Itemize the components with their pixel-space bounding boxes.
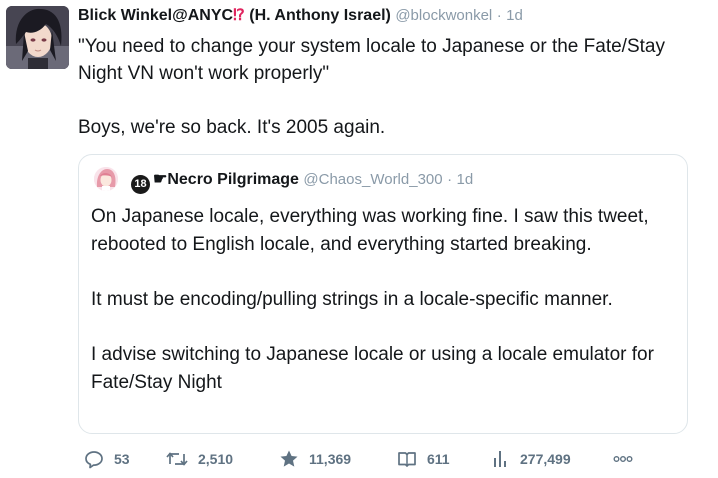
author-name[interactable]: Blick Winkel@ANYC [78,7,233,24]
quoted-separator: · [447,171,453,188]
retweet-count: 2,510 [198,451,234,467]
author-avatar[interactable] [6,6,69,69]
view-count: 277,499 [520,451,571,467]
views-button[interactable]: 277,499 [492,446,571,472]
quoted-author-name[interactable]: ☛Necro Pilgrimage [153,171,299,188]
quoted-author-handle[interactable]: @Chaos_World_300 [303,171,442,188]
retweet-icon [166,452,188,466]
star-icon [280,450,298,467]
quoted-tweet[interactable]: 18 ☛Necro Pilgrimage @Chaos_World_300 · 1… [78,154,688,434]
interrobang-icon: ⁉ [233,7,245,24]
quoted-timestamp[interactable]: 1d [457,171,474,188]
header-separator: · [496,7,502,24]
book-icon [398,452,416,467]
quoted-author-avatar[interactable] [94,167,118,191]
tweet-timestamp[interactable]: 1d [506,7,523,24]
more-options-button[interactable] [613,452,633,470]
read-count: 611 [427,451,450,467]
reply-icon [85,451,103,469]
quoted-text: On Japanese locale, everything was worki… [91,206,654,393]
action-bar: 53 2,510 11,369 611 277,499 [84,446,714,472]
age-18-badge: 18 [131,175,150,194]
more-icon [613,456,633,462]
like-button[interactable]: 11,369 [279,446,351,472]
reply-button[interactable]: 53 [84,446,130,472]
bar-chart-icon [494,451,506,467]
tweet-header: Blick Winkel@ANYC⁉ (H. Anthony Israel) @… [78,5,523,27]
reply-count: 53 [114,451,130,467]
retweet-button[interactable]: 2,510 [166,446,233,472]
author-display-extra[interactable]: (H. Anthony Israel) [249,7,391,24]
tweet-text: "You need to change your system locale t… [78,36,665,138]
like-count: 11,369 [309,451,352,467]
read-button[interactable]: 611 [397,446,450,472]
quoted-header: 18 ☛Necro Pilgrimage @Chaos_World_300 · 1… [131,169,473,194]
author-handle[interactable]: @blockwonkel [395,7,492,24]
